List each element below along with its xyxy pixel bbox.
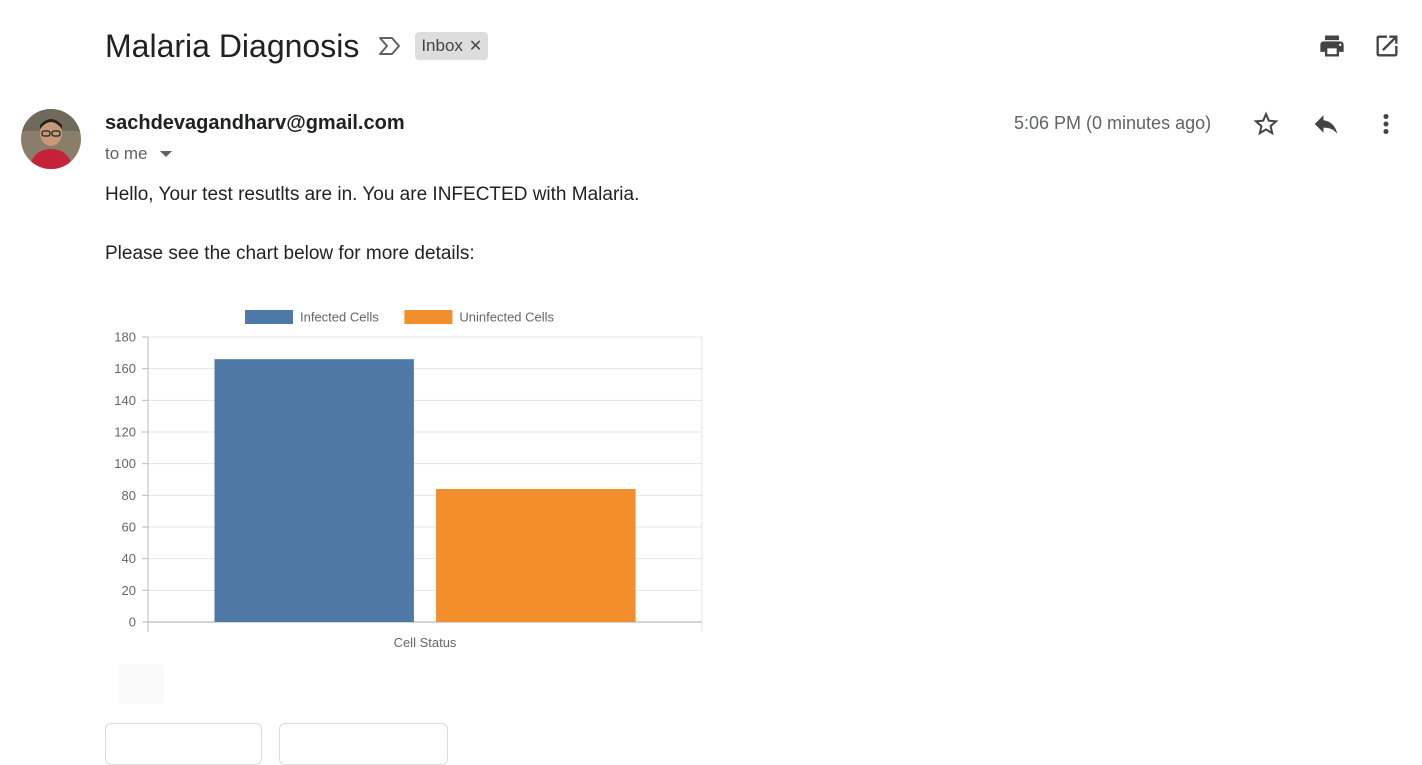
caret-down-icon — [159, 151, 172, 157]
y-tick-label: 140 — [114, 393, 136, 408]
importance-marker-icon[interactable] — [377, 36, 403, 56]
recipient-text: to me — [105, 144, 148, 163]
more-vert-icon[interactable] — [1371, 109, 1401, 139]
close-icon[interactable]: ✕ — [469, 36, 482, 56]
label-chip-inbox[interactable]: Inbox ✕ — [415, 32, 489, 60]
subject-row: Malaria Diagnosis Inbox ✕ — [105, 26, 489, 66]
label-chip-text: Inbox — [421, 36, 463, 55]
y-tick-label: 20 — [122, 583, 136, 598]
legend-swatch — [245, 310, 293, 324]
email-subject: Malaria Diagnosis — [105, 27, 360, 64]
legend-label: Infected Cells — [300, 310, 379, 325]
y-tick-label: 60 — [122, 520, 136, 535]
x-axis-label: Cell Status — [394, 635, 457, 650]
reply-button[interactable] — [105, 723, 262, 765]
y-tick-label: 180 — [114, 330, 136, 345]
legend-swatch — [404, 310, 453, 324]
bar-uninfected-cells — [436, 489, 636, 622]
y-tick-label: 80 — [122, 488, 136, 503]
y-tick-label: 160 — [114, 361, 136, 376]
bar-infected-cells — [214, 359, 414, 622]
chart-container: 0 20 40 60 80 100 120 140 160 180 Cell Status Infec… — [100, 300, 710, 660]
body-line-chart-intro: Please see the chart below for more deta… — [105, 243, 475, 264]
y-tick-label: 120 — [114, 425, 136, 440]
reply-icon[interactable] — [1311, 109, 1341, 139]
body-line-greeting: Hello, Your test resutlts are in. You ar… — [105, 184, 640, 205]
sender-email: sachdevagandharv@gmail.com — [105, 112, 405, 134]
attachment-thumbnail[interactable] — [118, 664, 164, 704]
star-icon[interactable] — [1251, 109, 1281, 139]
y-tick-label: 0 — [129, 615, 136, 630]
y-tick-label: 100 — [114, 456, 136, 471]
bar-chart: 0 20 40 60 80 100 120 140 160 180 Cell Status Infec… — [114, 310, 703, 650]
timestamp: 5:06 PM (0 minutes ago) — [1014, 113, 1212, 133]
legend-label: Uninfected Cells — [459, 310, 554, 325]
forward-button[interactable] — [279, 723, 448, 765]
avatar[interactable] — [21, 109, 81, 169]
open-in-new-icon[interactable] — [1373, 32, 1401, 60]
recipient-dropdown[interactable]: to me — [105, 144, 172, 164]
y-tick-label: 40 — [122, 551, 136, 566]
print-icon[interactable] — [1318, 32, 1346, 60]
